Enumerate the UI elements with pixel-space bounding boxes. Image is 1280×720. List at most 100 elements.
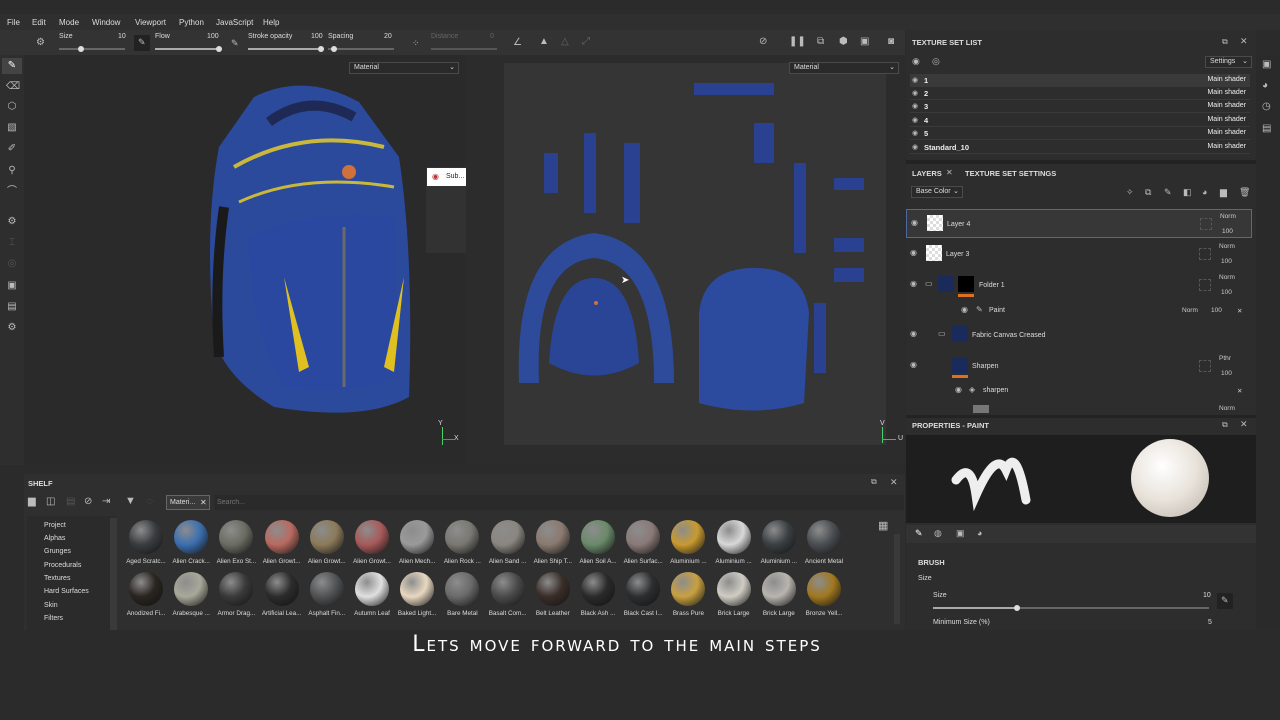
mask-icon[interactable]: ⧉ xyxy=(1145,187,1151,198)
flow-pen-icon[interactable]: ✎ xyxy=(231,38,239,49)
material-thumbnail[interactable]: Bare Metal xyxy=(440,572,484,624)
fx-icon[interactable]: ✧ xyxy=(1126,187,1134,198)
pause-icon[interactable]: ❚❚ xyxy=(789,36,806,47)
color-picker-icon[interactable]: ⌒ xyxy=(6,186,18,198)
layer-row[interactable]: ◉ Sharpen Pthr 100 xyxy=(906,352,1252,381)
bake-icon[interactable]: ▤ xyxy=(6,301,18,313)
size-pressure-button[interactable]: ✎ xyxy=(134,35,150,51)
layer-row[interactable]: ◉ ✎ Paint Norm 100 ✕ xyxy=(906,302,1252,320)
menu-viewport[interactable]: Viewport xyxy=(135,18,166,27)
add-paint-layer-icon[interactable]: ✎ xyxy=(1164,187,1172,198)
channel-dropdown[interactable]: Base Color ⌄ xyxy=(911,186,963,198)
stroke-opacity-slider[interactable] xyxy=(248,48,324,50)
menu-python[interactable]: Python xyxy=(179,18,204,27)
material-thumbnail[interactable]: Black Ash ... xyxy=(576,572,620,624)
display-mode-icon[interactable]: ⬢ xyxy=(839,36,848,47)
texture-set-shader[interactable]: Main shader xyxy=(1207,129,1246,136)
stencil-tab-icon[interactable]: ▣ xyxy=(956,528,965,539)
angle-icon[interactable]: ∠ xyxy=(513,37,522,48)
polygon-fill-icon[interactable]: ▧ xyxy=(6,122,18,134)
category-alphas[interactable]: Alphas xyxy=(44,535,65,542)
material-thumbnail[interactable]: Basalt Com... xyxy=(486,572,530,624)
display-settings-icon[interactable]: ◕ xyxy=(1262,80,1268,91)
layer-row[interactable]: ◉ ▭ Fabric Canvas Creased xyxy=(906,321,1252,350)
paint-brush-icon[interactable]: ✎ xyxy=(6,60,18,72)
material-thumbnail[interactable]: Armor Drag... xyxy=(214,572,258,624)
eye-icon[interactable]: ◉ xyxy=(961,305,968,314)
eye-icon[interactable]: ◉ xyxy=(910,360,917,369)
layer-opacity[interactable]: 100 xyxy=(1222,228,1233,235)
brush-tab-icon[interactable]: ✎ xyxy=(915,528,923,539)
close-icon[interactable]: ✕ xyxy=(200,498,207,507)
material-thumbnail[interactable]: Alien Exo St... xyxy=(214,520,258,572)
spacing-slider-knob[interactable] xyxy=(331,46,337,52)
float-panel-icon[interactable]: ⧉ xyxy=(1222,37,1228,47)
eye-icon[interactable]: ◎ xyxy=(932,56,940,67)
symmetry-icon[interactable]: ▲ xyxy=(539,36,549,47)
blend-mode[interactable]: Pthr xyxy=(1219,355,1231,362)
texture-set-row[interactable]: ◉ Standard_10 Main shader xyxy=(910,141,1250,154)
smudge-icon[interactable]: ✐ xyxy=(6,143,18,155)
material-thumbnail[interactable]: Alien Sand ... xyxy=(486,520,530,572)
category-project[interactable]: Project xyxy=(44,522,66,529)
mirror-icon[interactable]: △ xyxy=(561,36,569,47)
close-icon[interactable]: ✕ xyxy=(1240,36,1248,47)
size-pressure-button[interactable]: ✎ xyxy=(1217,593,1233,609)
material-thumbnail[interactable]: Aluminium ... xyxy=(712,520,756,572)
spacing-value[interactable]: 20 xyxy=(384,33,392,40)
shelf-search-input[interactable] xyxy=(214,495,904,510)
category-skin[interactable]: Skin xyxy=(44,602,58,609)
eye-icon[interactable]: ◉ xyxy=(912,102,918,110)
eye-icon[interactable]: ◉ xyxy=(911,218,918,227)
eye-icon[interactable]: ◉ xyxy=(912,116,918,124)
material-thumbnail[interactable]: Brass Pure xyxy=(666,572,710,624)
material-thumbnail[interactable]: Brick Large xyxy=(757,572,801,624)
material-thumbnail[interactable]: Baked Light... xyxy=(395,572,439,624)
photoshop-icon[interactable]: ▣ xyxy=(6,280,18,292)
material-thumbnail[interactable]: Alien Growt... xyxy=(305,520,349,572)
layer-opacity[interactable]: 100 xyxy=(1221,370,1232,377)
ruler-icon[interactable]: ⌶ xyxy=(6,237,18,249)
blend-mode[interactable]: Norm xyxy=(1219,405,1235,412)
layer-row[interactable]: ◉ ▭ Folder 1 Norm 100 xyxy=(906,271,1252,300)
material-thumbnail[interactable]: Aluminium ... xyxy=(757,520,801,572)
blend-mode[interactable]: Norm xyxy=(1219,274,1235,281)
material-thumbnail[interactable]: Alien Crack... xyxy=(169,520,213,572)
material-thumbnail[interactable]: Alien Ship T... xyxy=(531,520,575,572)
history-icon[interactable]: ◷ xyxy=(1262,101,1271,112)
material-thumbnail[interactable]: Ancient Metal xyxy=(802,520,846,572)
close-icon[interactable]: ✕ xyxy=(1240,419,1248,430)
eraser-icon[interactable]: ⌫ xyxy=(6,81,20,93)
texture-set-shader[interactable]: Main shader xyxy=(1207,76,1246,83)
material-thumbnail[interactable]: Autumn Leaf xyxy=(350,572,394,624)
material-thumbnail[interactable]: Alien Mech... xyxy=(395,520,439,572)
material-thumbnail[interactable]: Alien Growt... xyxy=(350,520,394,572)
tab-texture-set-settings[interactable]: TEXTURE SET SETTINGS xyxy=(965,169,1056,178)
eye-icon[interactable]: ◉ xyxy=(955,385,962,394)
category-procedurals[interactable]: Procedurals xyxy=(44,562,81,569)
close-icon[interactable]: ✕ xyxy=(946,168,953,177)
brush-size-value[interactable]: 10 xyxy=(1203,592,1211,599)
eye-icon[interactable]: ◉ xyxy=(910,279,917,288)
layer-row[interactable]: ◉ Layer 4 Norm 100 xyxy=(906,209,1252,238)
material-thumbnail[interactable]: Artificial Lea... xyxy=(260,572,304,624)
close-icon[interactable]: ✕ xyxy=(890,477,898,488)
texture-set-shader[interactable]: Main shader xyxy=(1207,116,1246,123)
category-filters[interactable]: Filters xyxy=(44,615,63,622)
save-icon[interactable]: ▤ xyxy=(66,496,75,507)
texture-set-row[interactable]: ◉ 5 Main shader xyxy=(910,127,1250,140)
size-value[interactable]: 10 xyxy=(118,33,126,40)
size-slider-knob[interactable] xyxy=(78,46,84,52)
alpha-tab-icon[interactable]: ◍ xyxy=(934,528,942,539)
camera-icon[interactable]: ▣ xyxy=(860,36,869,47)
refresh-icon[interactable]: ◌ xyxy=(147,496,153,507)
texture-set-row[interactable]: ◉ 2 Main shader xyxy=(910,87,1250,100)
float-panel-icon[interactable]: ⧉ xyxy=(1222,420,1228,430)
folder-icon[interactable]: ▆ xyxy=(28,496,36,507)
transform-icon[interactable]: ⤢ xyxy=(582,36,590,47)
delete-layer-icon[interactable]: 🗑 xyxy=(1239,187,1250,198)
stroke-opacity-value[interactable]: 100 xyxy=(311,33,323,40)
layer-row[interactable]: Norm xyxy=(906,403,1252,413)
texture-set-shader[interactable]: Main shader xyxy=(1207,89,1246,96)
filter-tag[interactable]: Materi... ✕ xyxy=(166,495,210,510)
